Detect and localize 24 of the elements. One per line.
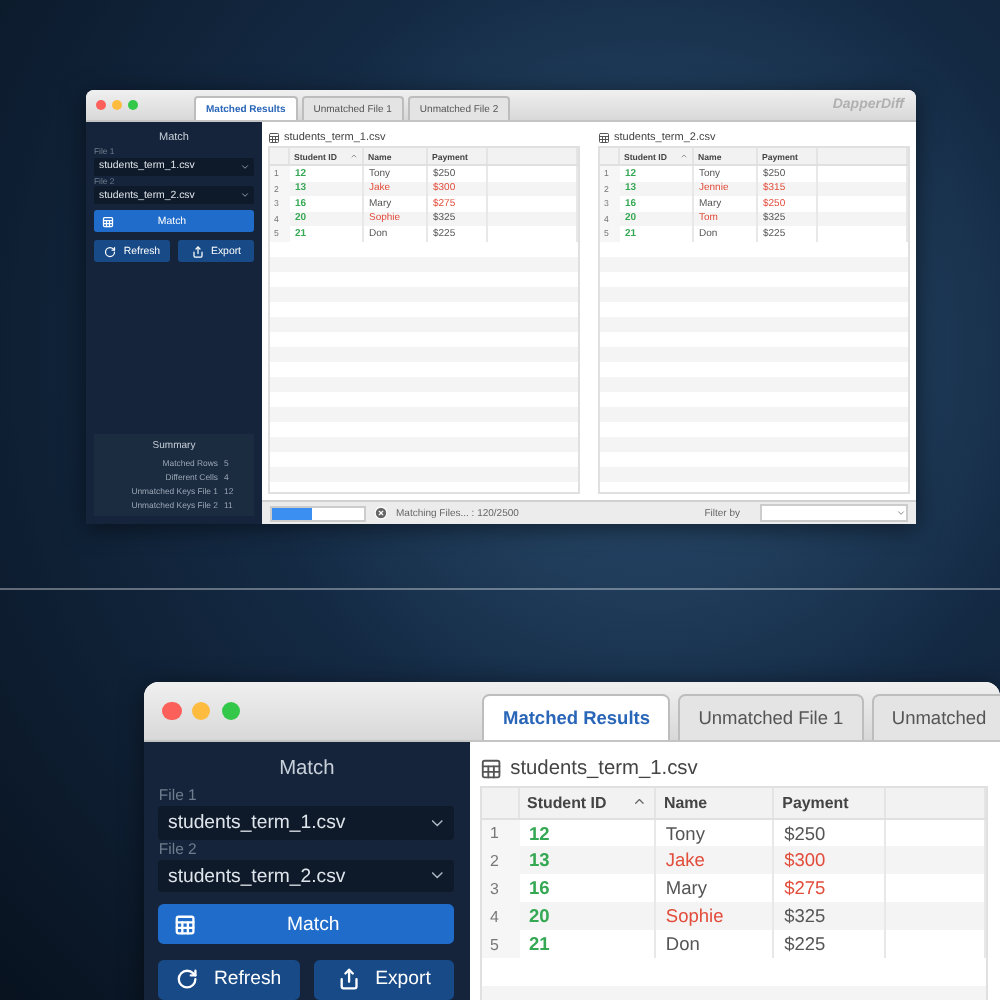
file-select[interactable]: students_term_2.csv <box>158 859 455 893</box>
share-icon <box>191 245 203 257</box>
table-icon <box>480 757 503 780</box>
filter-field[interactable] <box>760 504 908 522</box>
chevron-down-icon <box>239 161 249 171</box>
tab[interactable]: Unmatched <box>871 694 1000 740</box>
file-select[interactable]: students_term_1.csv <box>158 805 455 840</box>
tab[interactable]: Matched Results <box>482 694 671 740</box>
tab[interactable]: Unmatched File 1 <box>677 694 864 740</box>
cancel-icon[interactable] <box>374 506 388 520</box>
export-button[interactable]: Export <box>314 959 455 1000</box>
refresh-icon <box>176 968 200 991</box>
table-icon <box>102 215 114 227</box>
table-icon <box>598 131 610 143</box>
refresh-icon <box>103 245 116 257</box>
file-name: students_term_1.csv <box>510 757 698 780</box>
table-icon <box>268 131 280 143</box>
refresh-button[interactable]: Refresh <box>158 959 300 1000</box>
sidebar-title: Match <box>277 755 337 784</box>
chevron-down-icon <box>896 508 906 518</box>
table-icon <box>173 913 196 936</box>
share-icon <box>338 968 361 991</box>
match-button[interactable]: Match <box>158 903 455 945</box>
chevron-down-icon <box>239 190 249 200</box>
